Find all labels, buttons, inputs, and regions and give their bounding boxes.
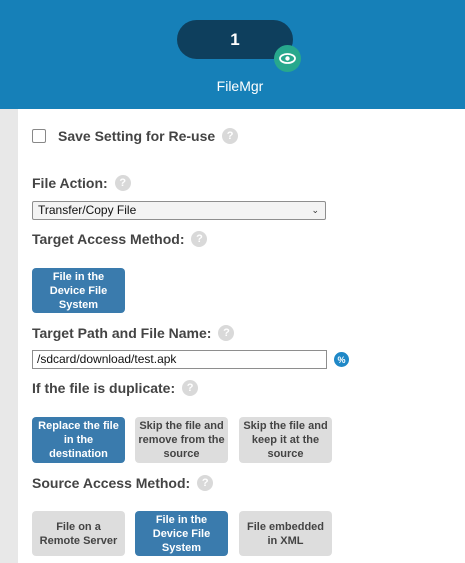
source-access-option-device-file-system[interactable]: File in the Device File System bbox=[135, 511, 228, 556]
save-setting-checkbox[interactable] bbox=[32, 129, 46, 143]
step-number: 1 bbox=[230, 29, 240, 49]
help-icon[interactable]: ? bbox=[191, 231, 208, 247]
file-action-select[interactable]: Transfer/Copy File ⌄ bbox=[32, 201, 326, 220]
target-path-label: Target Path and File Name: bbox=[32, 325, 212, 341]
source-access-option-embedded-xml[interactable]: File embedded in XML bbox=[239, 511, 332, 556]
target-access-label: Target Access Method: bbox=[32, 231, 185, 247]
help-icon[interactable]: ? bbox=[197, 475, 214, 491]
save-setting-label: Save Setting for Re-use bbox=[58, 128, 216, 144]
help-icon[interactable]: ? bbox=[182, 380, 199, 396]
left-rail bbox=[0, 109, 18, 563]
file-action-label: File Action: bbox=[32, 175, 108, 191]
target-access-option-device-file-system[interactable]: File in the Device File System bbox=[32, 268, 125, 313]
target-path-value: /sdcard/download/test.apk bbox=[37, 352, 177, 366]
duplicate-label: If the file is duplicate: bbox=[32, 380, 176, 396]
target-access-row: Target Access Method: ? bbox=[32, 231, 208, 247]
source-access-row: Source Access Method: ? bbox=[32, 475, 214, 491]
duplicate-option-skip-keep[interactable]: Skip the file and keep it at the source bbox=[239, 417, 332, 463]
file-action-selected-value: Transfer/Copy File bbox=[38, 203, 137, 217]
help-icon[interactable]: ? bbox=[114, 175, 131, 191]
source-access-label: Source Access Method: bbox=[32, 475, 191, 491]
variable-icon[interactable]: % bbox=[334, 352, 349, 367]
file-action-row: File Action: ? bbox=[32, 175, 131, 191]
settings-form: Save Setting for Re-use ? File Action: ?… bbox=[18, 109, 465, 563]
help-icon[interactable]: ? bbox=[218, 325, 235, 341]
duplicate-option-skip-remove[interactable]: Skip the file and remove from the source bbox=[135, 417, 228, 463]
source-access-option-remote-server[interactable]: File on a Remote Server bbox=[32, 511, 125, 556]
target-path-input[interactable]: /sdcard/download/test.apk bbox=[32, 350, 327, 369]
duplicate-row: If the file is duplicate: ? bbox=[32, 380, 199, 396]
help-icon[interactable]: ? bbox=[222, 128, 239, 144]
target-path-row: Target Path and File Name: ? bbox=[32, 325, 235, 341]
chevron-down-icon: ⌄ bbox=[311, 205, 319, 215]
save-setting-row[interactable]: Save Setting for Re-use ? bbox=[32, 128, 239, 144]
app-header: 1 FileMgr bbox=[0, 0, 465, 109]
app-title: FileMgr bbox=[216, 78, 264, 94]
eye-icon[interactable] bbox=[274, 45, 301, 72]
duplicate-option-replace[interactable]: Replace the file in the destination bbox=[32, 417, 125, 463]
